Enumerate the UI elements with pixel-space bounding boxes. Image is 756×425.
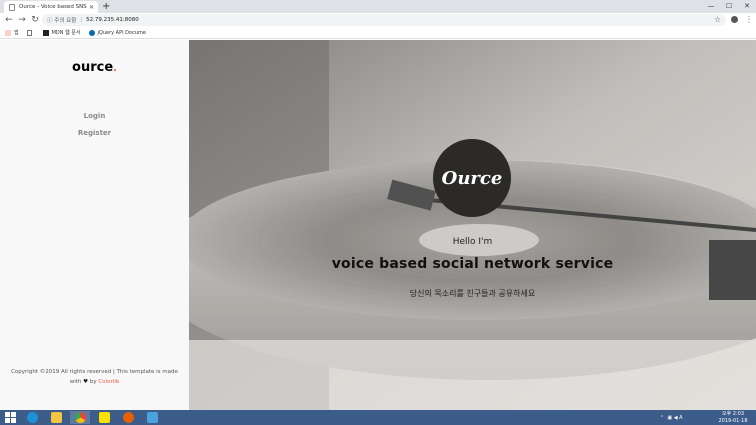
sidebar: ource. Login Register Copyright ©2019 Al… [0,40,189,410]
bookmark-apps[interactable]: 앱 [5,29,19,36]
forward-icon[interactable]: → [16,14,28,26]
bookmark-file[interactable] [26,29,35,36]
apps-icon [5,29,11,36]
ie-icon [26,412,38,423]
windows-taskbar: ⌃ ▣ ◀ A 오후 2:03 2019-01-18 [0,410,756,425]
address-separator: | [80,17,83,23]
brand-badge: Ource [433,139,511,217]
network-icon[interactable]: ▣ [667,415,672,421]
firefox-icon [122,412,134,423]
volume-icon[interactable]: ◀ [674,415,678,421]
bookmark-star-icon[interactable]: ☆ [714,14,721,26]
back-icon[interactable]: ← [3,14,15,26]
maximize-icon[interactable]: ☐ [720,0,738,13]
copyright-footer: Copyright ©2019 All rights reserved | Th… [10,367,179,387]
browser-tab-bar: Ource - Voice based SNS ✕ + — ☐ ✕ [0,0,756,13]
browser-toolbar: ← → ↻ ⓘ 주의 요함 | 52.79.235.41:8080 ☆ ⋮ [0,13,756,27]
hero-section: Ource Hello I'm voice based social netwo… [189,40,756,410]
chrome-icon [74,412,86,423]
tab-title: Ource - Voice based SNS [19,4,87,10]
new-tab-button[interactable]: + [102,0,110,13]
language-icon[interactable]: A [679,415,682,421]
browser-tab[interactable]: Ource - Voice based SNS ✕ [4,1,98,13]
taskbar-ie[interactable] [22,411,42,424]
hero-greeting: Hello I'm [452,237,493,247]
file-explorer-icon [50,412,62,423]
minimize-icon[interactable]: — [702,0,720,13]
bookmark-mdn[interactable]: MDN 웹 문서 [42,29,81,36]
site-logo[interactable]: ource. [0,60,189,75]
start-button[interactable] [0,411,20,424]
bookmarks-bar: 앱 MDN 웹 문서 jQuery API Docume [0,27,756,39]
taskbar-kakaotalk[interactable] [94,411,114,424]
hero-tagline: voice based social network service [331,256,614,272]
colorlib-link[interactable]: Colorlib [98,379,119,385]
page-content: ource. Login Register Copyright ©2019 Al… [0,40,756,410]
taskbar-clock[interactable]: 오후 2:03 2019-01-18 [717,411,749,424]
hero-subtitle: 당신의 목소리를 친구들과 공유하세요 [409,289,536,298]
jquery-icon [88,29,95,36]
page-icon [9,3,15,11]
app-icon [146,412,158,423]
taskbar-app[interactable] [142,411,162,424]
close-tab-icon[interactable]: ✕ [89,4,94,11]
url-text: 52.79.235.41:8080 [86,17,139,23]
close-window-icon[interactable]: ✕ [738,0,756,13]
turntable-background [189,40,756,410]
kakaotalk-icon [98,412,110,423]
tray-expand-icon[interactable]: ⌃ [660,415,664,421]
windows-logo-icon [4,412,16,423]
file-icon [26,29,32,36]
address-bar[interactable]: ⓘ 주의 요함 | 52.79.235.41:8080 [42,14,726,26]
nav-login-link[interactable]: Login [0,112,189,120]
menu-icon[interactable]: ⋮ [745,14,753,26]
info-icon[interactable]: ⓘ [47,16,53,24]
account-icon[interactable] [731,16,738,23]
taskbar-chrome[interactable] [70,411,90,424]
copyright-with: with [69,379,82,385]
copyright-text: Copyright ©2019 All rights reserved | Th… [11,369,178,375]
security-label: 주의 요함 [54,18,77,24]
taskbar-firefox[interactable] [118,411,138,424]
mdn-icon [42,29,49,36]
nav-register-link[interactable]: Register [0,129,189,137]
reload-icon[interactable]: ↻ [29,14,41,26]
heart-icon: ♥ [83,379,89,385]
copyright-by: by [89,379,97,385]
taskbar-explorer[interactable] [46,411,66,424]
bookmark-jquery[interactable]: jQuery API Docume [88,29,146,36]
